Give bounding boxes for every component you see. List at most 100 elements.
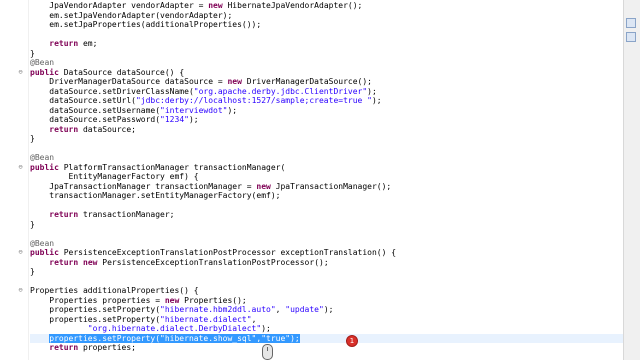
code-line[interactable]: em.setJpaProperties(additionalProperties… — [30, 20, 624, 30]
code-line[interactable] — [30, 229, 624, 239]
code-token: transactionManager; — [78, 210, 175, 219]
code-token: PersistenceExceptionTranslationPostProce… — [58, 248, 397, 257]
code-line[interactable]: dataSource.setPassword("1234"); — [30, 115, 624, 125]
error-marker-icon[interactable]: 1 — [346, 335, 358, 347]
code-token: } — [30, 134, 35, 143]
code-token: , — [251, 314, 257, 324]
code-token: dataSource.setUsername( — [30, 105, 161, 115]
code-token: return — [49, 210, 79, 219]
fold-toggle-icon[interactable]: ⊖ — [17, 163, 24, 171]
code-token: "hibernate.dialect" — [160, 314, 252, 324]
code-token: new — [208, 1, 223, 10]
code-line[interactable]: JpaVendorAdapter vendorAdapter = new Hib… — [30, 1, 624, 11]
code-token: "hibernate.hbm2ddl.auto" — [160, 305, 276, 314]
code-line[interactable]: EntityManagerFactory emf) { — [30, 172, 624, 182]
code-line[interactable]: return em; — [30, 39, 624, 49]
code-token: JpaTransactionManager(); — [270, 181, 392, 191]
code-line[interactable]: dataSource.setDriverClassName("org.apach… — [30, 87, 624, 97]
code-token: properties.setProperty( — [30, 305, 161, 314]
code-token: HibernateJpaVendorAdapter(); — [222, 1, 363, 10]
code-line[interactable]: return transactionManager; — [30, 210, 624, 220]
code-token: "org.apache.derby.jdbc.ClientDriver" — [193, 86, 368, 96]
code-editor[interactable]: ⊖ ⊖ ⊖ ⊖ JpaVendorAdapter vendorAdapter = ne… — [0, 0, 624, 360]
code-token: } — [30, 219, 35, 229]
code-token: ); — [188, 115, 199, 124]
code-token: JpaVendorAdapter vendorAdapter = — [30, 1, 209, 10]
code-token: dataSource.setUrl( — [30, 96, 136, 105]
code-token: public — [30, 67, 59, 77]
code-token: } — [30, 48, 35, 58]
fold-toggle-icon[interactable]: ⊖ — [17, 68, 24, 76]
code-token: return — [49, 39, 79, 48]
code-token: new — [227, 77, 242, 86]
code-token: new — [164, 295, 180, 305]
code-line[interactable]: public PlatformTransactionManager transa… — [30, 163, 624, 173]
code-token: ); — [371, 96, 382, 105]
code-line[interactable]: @Bean — [30, 239, 624, 249]
code-token: Properties properties = — [30, 295, 165, 305]
code-token: @Bean — [30, 238, 55, 248]
code-token: ); — [367, 86, 377, 96]
editor-scrollbar[interactable] — [623, 0, 640, 360]
code-line[interactable] — [30, 277, 624, 287]
code-area[interactable]: JpaVendorAdapter vendorAdapter = new Hib… — [30, 0, 624, 360]
code-token: "interviewdot" — [160, 105, 228, 115]
code-token: DriverManagerDataSource dataSource = — [30, 77, 228, 86]
code-line[interactable]: dataSource.setUrl("jdbc:derby://localhos… — [30, 96, 624, 106]
fold-toggle-icon[interactable]: ⊖ — [17, 287, 24, 294]
code-token: ); — [261, 324, 271, 333]
code-line[interactable]: properties.setProperty("hibernate.show_s… — [30, 333, 624, 343]
fold-toggle-icon[interactable]: ⊖ — [17, 249, 24, 256]
code-token: } — [30, 267, 35, 276]
code-line[interactable]: } — [30, 267, 624, 277]
code-token: Properties additionalProperties() { — [30, 286, 199, 295]
code-line[interactable]: JpaTransactionManager transactionManager… — [30, 182, 624, 192]
code-line[interactable]: "org.hibernate.dialect.DerbyDialect"); — [30, 324, 624, 334]
maximize-icon[interactable] — [626, 32, 636, 42]
code-token: "org.hibernate.dialect.DerbyDialect" — [87, 324, 262, 333]
code-token: return — [49, 257, 79, 267]
code-token: new — [83, 257, 98, 267]
code-line[interactable] — [30, 201, 624, 211]
code-token: return — [49, 343, 79, 352]
code-line[interactable]: DriverManagerDataSource dataSource = new… — [30, 77, 624, 87]
editor-gutter: ⊖ ⊖ ⊖ ⊖ — [0, 0, 29, 360]
code-line[interactable]: Properties properties = new Properties()… — [30, 296, 624, 306]
code-token: public — [30, 162, 59, 172]
code-line[interactable]: return properties; — [30, 343, 624, 353]
code-token: "jdbc:derby://localhost:1527/sample;crea… — [135, 96, 372, 105]
code-token: return — [49, 124, 79, 134]
code-line[interactable]: return new PersistenceExceptionTranslati… — [30, 258, 624, 268]
code-token: dataSource.setDriverClassName( — [30, 86, 194, 96]
code-line[interactable]: properties.setProperty("hibernate.hbm2dd… — [30, 305, 624, 315]
code-line[interactable]: } — [30, 134, 624, 144]
code-line[interactable]: @Bean — [30, 58, 624, 68]
code-line[interactable]: dataSource.setUsername("interviewdot"); — [30, 106, 624, 116]
code-token: PlatformTransactionManager transactionMa… — [58, 162, 286, 172]
code-line[interactable] — [30, 30, 624, 40]
code-line[interactable]: } — [30, 220, 624, 230]
code-token: properties; — [78, 343, 136, 352]
code-line[interactable]: return dataSource; — [30, 125, 624, 135]
code-line[interactable]: transactionManager.setEntityManagerFacto… — [30, 191, 624, 201]
code-line[interactable]: properties.setProperty("hibernate.dialec… — [30, 315, 624, 325]
code-line[interactable] — [30, 144, 624, 154]
code-token: em.setJpaProperties(additionalProperties… — [30, 20, 262, 29]
code-token: em.setJpaVendorAdapter(vendorAdapter); — [30, 10, 233, 20]
code-token: public — [30, 248, 59, 257]
code-line[interactable]: Properties additionalProperties() { — [30, 286, 624, 296]
selected-text: properties.setProperty("hibernate.show_s… — [49, 333, 300, 343]
minimize-icon[interactable] — [626, 18, 636, 28]
code-token: DataSource dataSource() { — [58, 67, 185, 77]
code-line[interactable]: public DataSource dataSource() { — [30, 68, 624, 78]
code-token: new — [256, 181, 271, 191]
code-line[interactable]: } — [30, 49, 624, 59]
code-line[interactable]: public PersistenceExceptionTranslationPo… — [30, 248, 624, 258]
code-line[interactable]: em.setJpaVendorAdapter(vendorAdapter); — [30, 11, 624, 21]
code-token: "1234" — [160, 115, 189, 124]
code-line[interactable]: @Bean — [30, 153, 624, 163]
